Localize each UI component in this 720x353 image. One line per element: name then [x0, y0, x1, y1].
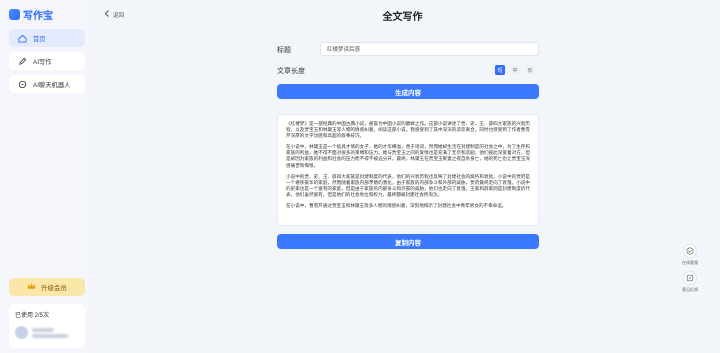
online-service-button[interactable]: 在线客服: [679, 244, 701, 266]
upgrade-button[interactable]: 升级会员: [9, 278, 85, 296]
avatar: [15, 326, 28, 339]
sidebar-item-label: AI聊天机器人: [33, 81, 71, 89]
feedback-label: 意见反馈: [682, 287, 698, 292]
upgrade-label: 升级会员: [41, 285, 67, 292]
generate-button[interactable]: 生成内容: [277, 84, 539, 99]
sidebar-item-label: AI写作: [33, 58, 52, 66]
generated-content[interactable]: 《红楼梦》是一部经典的中国古典小说，被誉为中国小说的巅峰之作。这部小说讲述了贾、…: [277, 114, 539, 226]
content-paragraph: 小说中的贾、史、王、薛四大家族是封建制度的代表，他们的兴衰历程也反映了封建社会的…: [286, 173, 530, 197]
user-profile[interactable]: [15, 326, 79, 339]
title-input[interactable]: [320, 42, 539, 56]
content-paragraph: 《红楼梦》是一部经典的中国古典小说，被誉为中国小说的巅峰之作。这部小说讲述了贾、…: [286, 121, 530, 139]
length-option-medium[interactable]: 中: [510, 65, 520, 75]
usage-text: 已使用 2/5次: [15, 313, 50, 319]
length-label: 文章长度: [277, 68, 305, 75]
length-option-long[interactable]: 长: [525, 65, 535, 75]
online-service-label: 在线客服: [682, 260, 698, 265]
sidebar-item-home[interactable]: 首页: [9, 29, 85, 47]
page-title: 全文写作: [382, 12, 423, 23]
sidebar-nav: 首页 AI写作 AI聊天机器人: [9, 29, 85, 98]
crown-icon: [27, 282, 36, 292]
sidebar-item-ai-chatbot[interactable]: AI聊天机器人: [9, 75, 85, 93]
edit-icon: [683, 271, 697, 285]
title-label: 标题: [277, 47, 291, 54]
sidebar-item-label: 首页: [33, 35, 46, 43]
content-paragraph: 在小说中，林黛玉是一个极具才情的女子，她的才华横溢，善于诗词，然而她却生活在封建…: [286, 144, 530, 168]
home-icon: [17, 33, 27, 43]
length-options: 短 中 长: [495, 65, 535, 75]
pen-icon: [17, 56, 27, 66]
chat-icon: [17, 79, 27, 89]
sidebar-item-ai-writing[interactable]: AI写作: [9, 52, 85, 70]
check-icon: [683, 244, 697, 258]
feedback-button[interactable]: 意见反馈: [679, 271, 701, 293]
sidebar: 写作宝 首页 AI写作 AI聊天机器人 升级会员 已使用 2/5次: [0, 0, 92, 353]
user-info-redacted: [32, 327, 68, 338]
content-paragraph: 在小说中，曹雪芹通过贾宝玉和林黛玉等多人物的情感纠葛，深刻地揭示了封建社会中青年…: [286, 203, 507, 209]
length-option-short[interactable]: 短: [495, 65, 505, 75]
copy-button[interactable]: 复制内容: [277, 234, 539, 249]
usage-card: 已使用 2/5次: [9, 304, 85, 348]
